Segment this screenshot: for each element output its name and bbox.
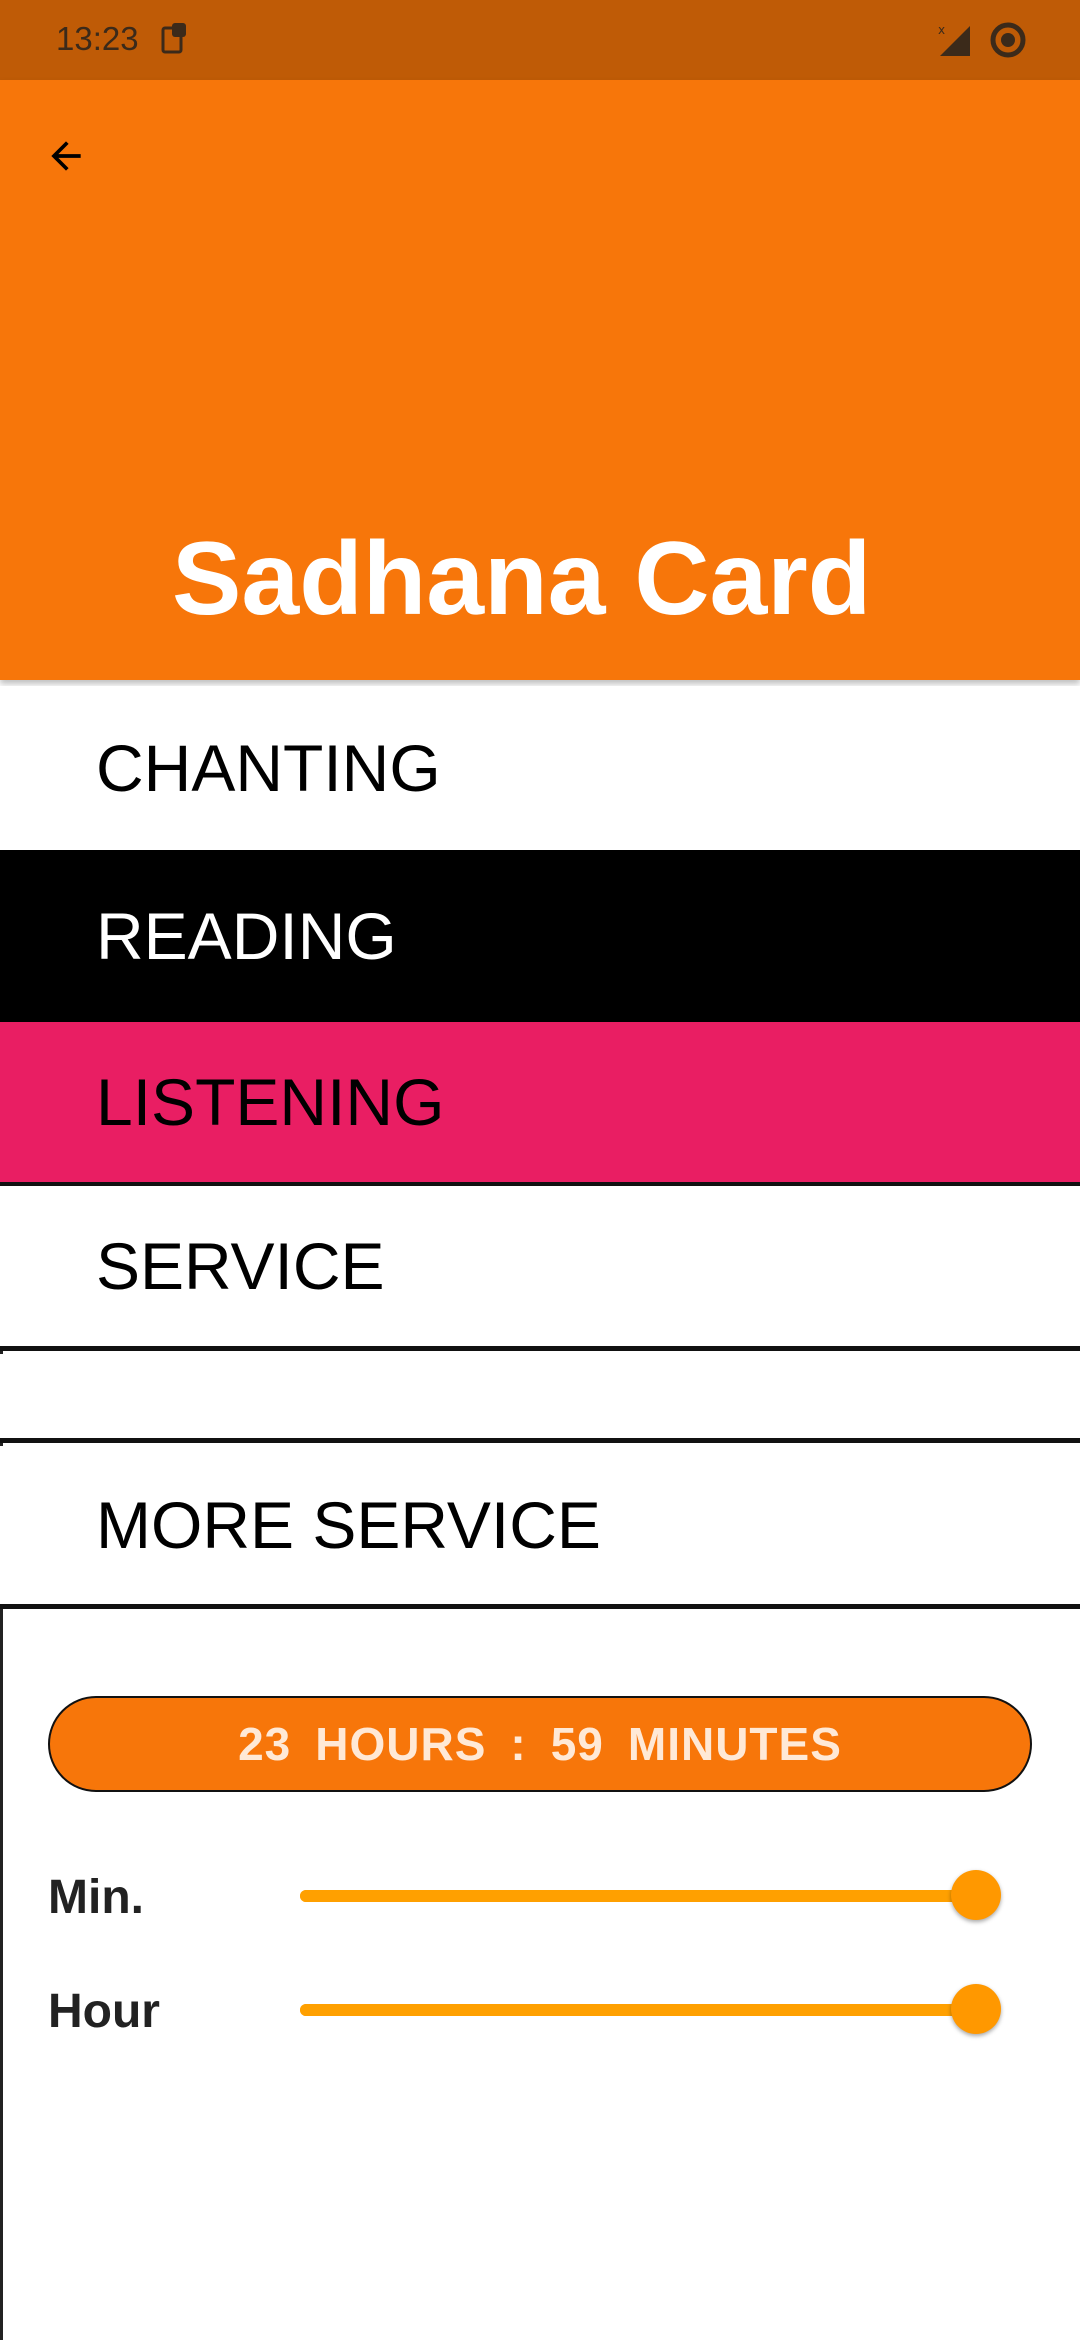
hours-value: 23	[238, 1718, 292, 1770]
hours-slider-fill	[300, 2004, 976, 2016]
menu-item-label: CHANTING	[96, 731, 441, 805]
hours-label: HOURS	[315, 1718, 487, 1770]
time-display: 23 HOURS : 59 MINUTES	[48, 1696, 1032, 1792]
minutes-slider-label: Min.	[48, 1871, 144, 1924]
menu-item-label: MORE SERVICE	[96, 1488, 601, 1562]
time-separator: :	[510, 1718, 527, 1770]
menu-item-label: READING	[96, 899, 397, 973]
svg-text:x: x	[938, 23, 945, 37]
minutes-slider-fill	[300, 1890, 976, 1902]
hours-slider-label: Hour	[48, 1985, 160, 2038]
back-button[interactable]	[30, 120, 102, 192]
hours-slider-thumb[interactable]	[951, 1984, 1001, 2034]
status-time: 13:23	[56, 20, 139, 57]
divider	[0, 1346, 1080, 1351]
notification-icon	[160, 20, 190, 56]
menu-item-chanting[interactable]: CHANTING	[0, 686, 1080, 850]
minutes-value: 59	[550, 1718, 604, 1770]
menu-item-more-service[interactable]: MORE SERVICE	[0, 1446, 1080, 1604]
divider	[0, 1604, 1080, 1609]
menu-item-service[interactable]: SERVICE	[0, 1186, 1080, 1346]
menu-item-label: LISTENING	[96, 1065, 445, 1139]
app-bar: Sadhana Card	[0, 80, 1080, 680]
signal-icon: x	[936, 22, 972, 58]
minutes-label: MINUTES	[627, 1718, 842, 1770]
status-bar: 13:23 x	[0, 0, 1080, 80]
menu-item-listening[interactable]: LISTENING	[0, 1022, 1080, 1182]
arrow-back-icon	[51, 141, 81, 171]
minutes-slider-thumb[interactable]	[951, 1870, 1001, 1920]
menu-item-empty[interactable]	[0, 1354, 1080, 1438]
hours-slider[interactable]	[300, 1984, 1001, 2034]
divider	[0, 1438, 1080, 1443]
record-icon	[988, 20, 1028, 60]
minutes-slider[interactable]	[300, 1870, 1001, 1920]
page-title: Sadhana Card	[172, 521, 872, 637]
menu-item-reading[interactable]: READING	[0, 850, 1080, 1022]
menu-item-label: SERVICE	[96, 1229, 385, 1303]
